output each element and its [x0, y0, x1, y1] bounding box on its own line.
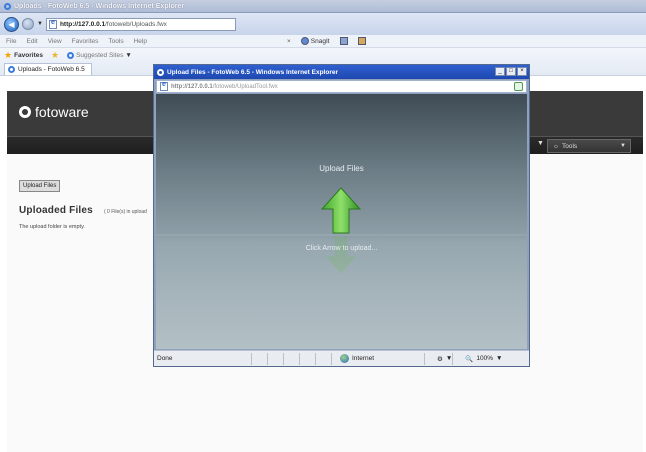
- menu-view[interactable]: View: [48, 38, 62, 45]
- tab-page-icon: [8, 66, 15, 73]
- minimize-button[interactable]: _: [495, 67, 505, 76]
- internet-globe-icon: [340, 354, 349, 363]
- menu-bar: File Edit View Favorites Tools Help × Sn…: [0, 35, 646, 48]
- address-bar: ◀ ▼ http://127.0.0.1/fotoweb/Uploads.fwx: [0, 13, 646, 35]
- upload-stage: Upload Files Click Arrow to upload...: [156, 94, 527, 349]
- menu-tools[interactable]: Tools: [108, 38, 123, 45]
- menu-file[interactable]: File: [6, 38, 16, 45]
- snagit-edit-icon[interactable]: [357, 37, 366, 45]
- back-button[interactable]: ◀: [4, 16, 19, 32]
- zoom-dropdown-icon: ▼: [495, 355, 503, 362]
- tools-dropdown-icon: ▼: [620, 143, 626, 149]
- uploaded-files-count: ( 0 File(s) in upload: [104, 209, 147, 215]
- main-window-titlebar[interactable]: Uploads - FotoWeb 6.5 - Windows Internet…: [0, 0, 646, 13]
- popup-page-icon: [160, 81, 168, 91]
- click-arrow-hint: Click Arrow to upload...: [305, 245, 378, 252]
- favorites-star-icon: ★: [4, 50, 13, 60]
- tools-gear-icon: ☼: [553, 142, 559, 150]
- snagit-icon: [300, 37, 309, 45]
- add-favorites-icon[interactable]: ★: [51, 50, 59, 61]
- browser-tab[interactable]: Uploads - FotoWeb 6.5: [4, 63, 92, 75]
- upload-arrow-reflection: [325, 236, 357, 274]
- status-text: Done: [157, 355, 173, 362]
- zoom-icon: 🔍: [465, 355, 474, 363]
- popup-status-bar: Done Internet ⚙ ▼ 🔍 100% ▼: [154, 350, 529, 366]
- close-toolbar-icon[interactable]: ×: [287, 38, 291, 45]
- menu-edit[interactable]: Edit: [26, 38, 37, 45]
- close-button[interactable]: ×: [517, 67, 527, 76]
- suggested-sites-icon: [67, 52, 75, 59]
- main-window-title: Uploads - FotoWeb 6.5 - Windows Internet…: [14, 2, 185, 10]
- upload-popup-window: Upload Files - FotoWeb 6.5 - Windows Int…: [153, 64, 530, 367]
- suggested-sites-link[interactable]: Suggested Sites ▼: [67, 52, 132, 59]
- fotoware-logo[interactable]: fotoware: [19, 104, 89, 120]
- nav-dropdown-icon[interactable]: ▼: [537, 140, 544, 147]
- suggested-sites-dropdown-icon: ▼: [125, 52, 132, 59]
- zoom-control[interactable]: 🔍 100% ▼: [452, 352, 503, 365]
- menu-favorites[interactable]: Favorites: [72, 38, 99, 45]
- favorites-button[interactable]: ★ Favorites: [4, 50, 43, 61]
- empty-folder-message: The upload folder is empty.: [19, 224, 85, 230]
- protected-mode-toggle[interactable]: ⚙ ▼: [424, 352, 452, 365]
- security-zone[interactable]: Internet: [331, 352, 424, 365]
- snagit-capture-icon[interactable]: [339, 37, 348, 45]
- url-field[interactable]: http://127.0.0.1/fotoweb/Uploads.fwx: [45, 17, 236, 31]
- uploaded-files-heading: Uploaded Files: [19, 205, 93, 216]
- popup-refresh-icon[interactable]: [514, 82, 523, 91]
- stage-title: Upload Files: [319, 164, 364, 173]
- popup-titlebar[interactable]: Upload Files - FotoWeb 6.5 - Windows Int…: [154, 65, 529, 79]
- tools-menu-button[interactable]: ☼ Tools ▼: [547, 139, 631, 153]
- protected-mode-icon: ⚙: [437, 355, 443, 363]
- snagit-button[interactable]: SnagIt: [300, 37, 330, 45]
- history-dropdown-icon[interactable]: ▼: [37, 21, 43, 27]
- upload-arrow-icon[interactable]: [321, 187, 361, 234]
- upload-files-button[interactable]: Upload Files: [19, 180, 61, 192]
- ie-logo-icon: [4, 2, 11, 10]
- popup-title: Upload Files - FotoWeb 6.5 - Windows Int…: [167, 68, 339, 76]
- maximize-button[interactable]: □: [506, 67, 516, 76]
- popup-url-field: http://127.0.0.1/fotoweb/UploadTool.fwx: [156, 80, 527, 93]
- fotoware-logo-icon: [19, 106, 31, 118]
- page-icon: [48, 19, 57, 29]
- forward-button[interactable]: [22, 18, 34, 30]
- popup-ie-icon: [157, 68, 164, 76]
- menu-help[interactable]: Help: [134, 38, 147, 45]
